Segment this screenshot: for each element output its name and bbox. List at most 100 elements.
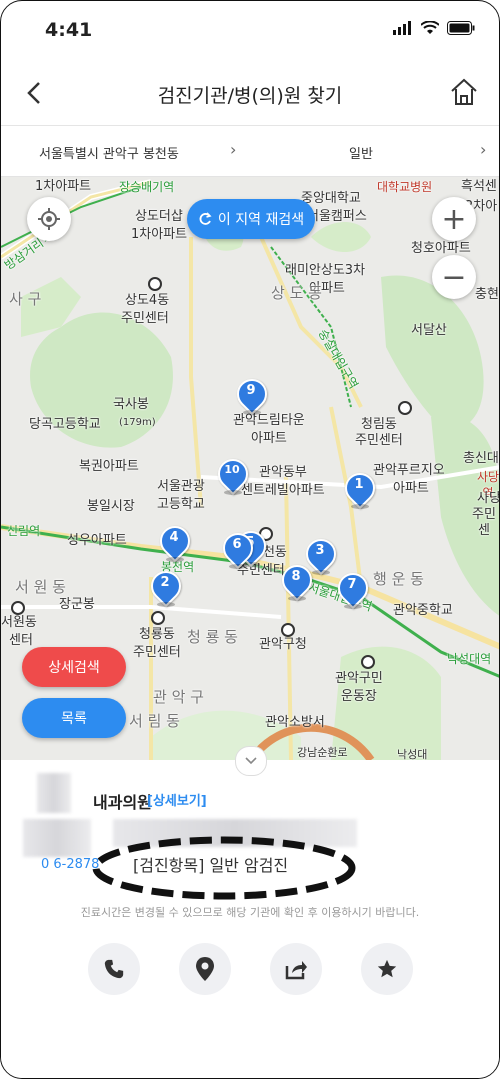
collapse-panel-button[interactable] [235,746,267,776]
map-label: 관악동부 [259,465,307,480]
map-label: 관 악 구 [153,688,204,706]
map-label: 총신대 [463,451,499,466]
location-button[interactable] [179,943,231,995]
clinic-marker[interactable]: 7 [331,566,375,610]
app-frame: 4:41 검진기관/병(의)원 찾기 서울특별시 관악구 봉천동 › 일반 › [0,0,500,1079]
share-button[interactable] [270,943,322,995]
map-label: 행 운 동 [373,570,424,588]
map-pin-icon [196,957,214,981]
map-label: 서원동 [1,615,37,630]
map-label: 상도더샵 [135,209,183,224]
poi-icon [398,401,412,415]
share-icon [285,961,307,980]
map-label: 아파트 [251,431,287,446]
map-label: 아파트 [393,481,429,496]
map-label: 성우아파트 [67,533,127,548]
map-label: 주민센터 [121,311,169,326]
map-label: 센터 [9,633,33,648]
my-location-button[interactable] [27,197,71,241]
zoom-out-button[interactable]: − [432,255,476,299]
research-label: 이 지역 재검색 [217,212,305,228]
check-items: [검진항목] 일반 암검진 [133,856,289,875]
zoom-in-button[interactable]: + [432,197,476,241]
map-label: 사 구 [9,290,42,308]
map-label: 청호아파트 [411,241,471,256]
map-label: 주민센 [472,507,496,538]
map-label: 사당 [477,491,500,506]
poi-icon [151,611,165,625]
map-label: 당곡고등학교 [29,417,101,432]
map-label: 상 도 동 [271,284,322,302]
list-button[interactable]: 목록 [22,698,126,738]
map-label: 대학교병원 [377,180,433,194]
map-label: 관악드림타운 [233,413,305,428]
battery-icon [447,21,475,35]
map-label: 고등학교 [157,497,205,512]
location-target-icon [38,208,60,230]
detail-search-button[interactable]: 상세검색 [22,647,126,687]
clinic-marker[interactable]: 4 [153,519,197,563]
map-label: 낙성대 [397,748,428,760]
map-label: 서울관광 [157,479,205,494]
research-area-button[interactable]: 이 지역 재검색 [187,199,315,239]
clinic-marker[interactable]: 1 [338,466,382,510]
map-label: 관악소방서 [265,715,325,730]
map-label: 봉일시장 [87,499,135,514]
signal-icon [393,21,411,35]
status-time: 4:41 [45,19,93,41]
map-label: 관악구청 [259,637,307,652]
map-label: 1차아파트 [131,227,188,242]
clinic-marker[interactable]: 10 [211,452,255,496]
map-label: 관악구민 [335,671,383,686]
map-label: 서 원 동 [15,578,66,596]
clinic-marker[interactable]: 2 [144,564,188,608]
location-filter[interactable]: 서울특별시 관악구 봉천동 [39,143,179,162]
call-button[interactable] [88,943,140,995]
chevron-right-icon[interactable]: › [480,140,486,159]
page-title: 검진기관/병(의)원 찾기 [157,85,343,107]
map-label: 주민센터 [133,645,181,660]
map-label: (179m) [119,417,156,428]
map-label: 관악푸르지오 [373,463,445,478]
poi-icon [11,601,25,615]
map-label: 복권아파트 [79,459,139,474]
map-label: 주민센터 [355,433,403,448]
map-label: 운동장 [341,689,377,704]
clinic-name: 내과의원 [93,793,152,812]
clinic-marker[interactable]: 9 [230,372,274,416]
poi-icon [281,623,295,637]
map-label: 관악중학교 [393,603,453,618]
map-label: 신림역 [7,524,41,538]
map-label: 장승배기역 [119,180,175,194]
detail-link[interactable]: [상세보기] [147,790,207,809]
redacted-name [37,773,71,813]
redacted-address [23,819,91,857]
wifi-icon [421,21,439,34]
map-label: 충현 [475,287,499,302]
status-icons [393,21,475,35]
clinic-marker[interactable]: 6 [216,526,260,570]
map-label: 국사봉 [113,397,149,412]
map-label: 청룡동 [139,627,175,642]
zoom-out-icon: − [441,259,467,295]
app-header: 검진기관/병(의)원 찾기 [1,63,499,126]
clinic-marker[interactable]: 8 [275,558,319,602]
status-bar: 4:41 [1,1,499,61]
chevron-right-icon[interactable]: › [230,140,236,159]
map-label: 상도4동 [125,293,170,308]
home-icon[interactable] [449,77,479,107]
detail-search-label: 상세검색 [48,660,100,676]
list-label: 목록 [61,711,87,727]
filter-bar: 서울특별시 관악구 봉천동 › 일반 › [1,126,499,177]
phone-icon [104,959,124,979]
zoom-in-icon: + [441,201,467,237]
map-label: 청림동 [361,417,397,432]
favorite-button[interactable] [361,943,413,995]
map-label: 장군봉 [59,597,95,612]
poi-icon [148,277,162,291]
poi-icon [361,655,375,669]
type-filter[interactable]: 일반 [349,143,373,162]
notice-text: 진료시간은 변경될 수 있으므로 해당 기관에 확인 후 이용하시기 바랍니다. [80,906,420,919]
map-label: 래미안상도3차 [285,263,366,278]
map-label: 흑석센 [461,179,497,194]
